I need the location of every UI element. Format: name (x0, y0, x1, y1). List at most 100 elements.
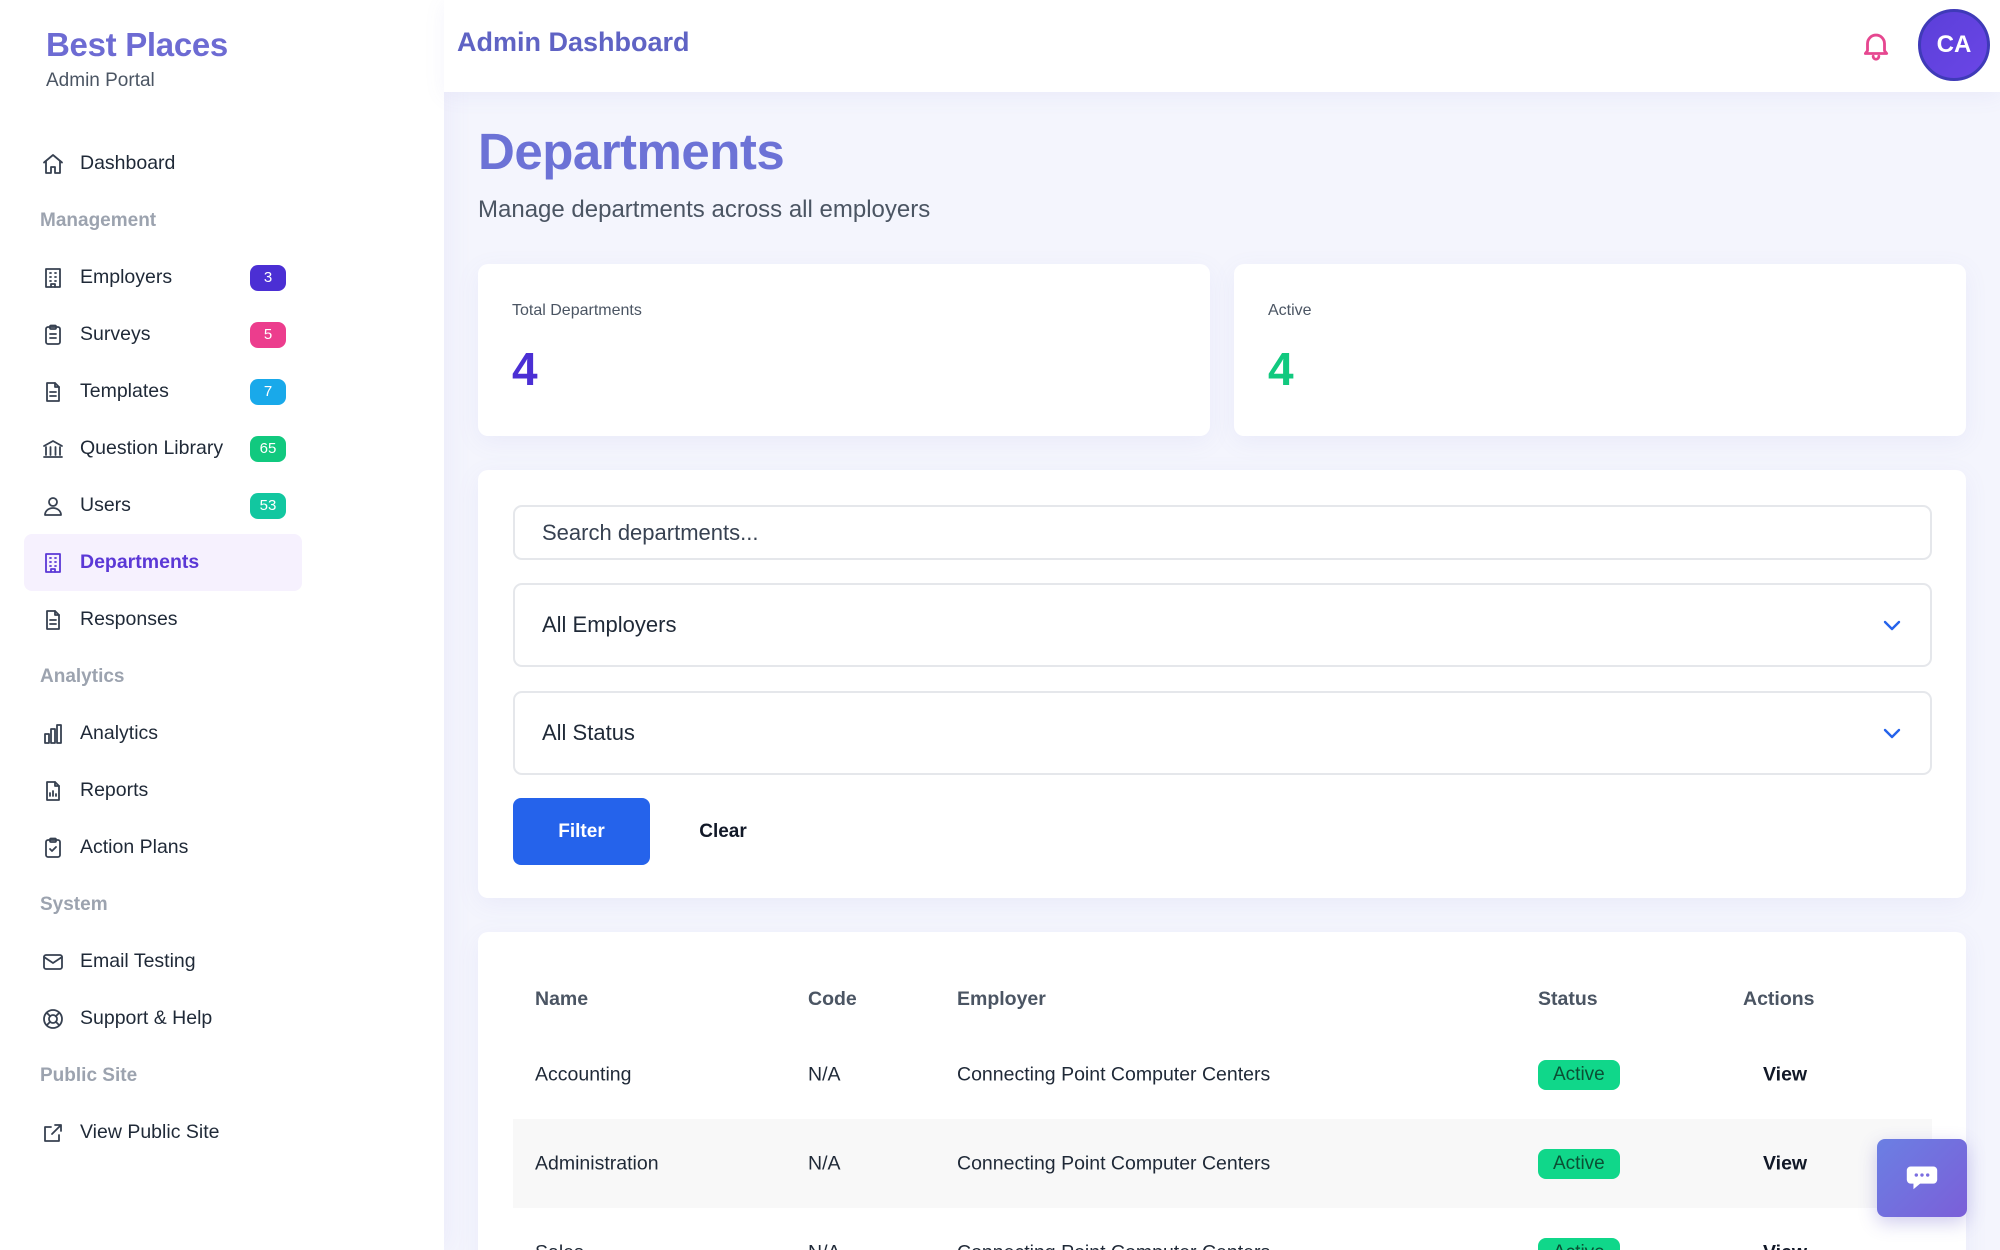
cell-name: Accounting (535, 1063, 632, 1085)
cell-employer: Connecting Point Computer Centers (957, 1241, 1270, 1250)
cell-code: N/A (808, 1152, 841, 1174)
cell-code: N/A (808, 1241, 841, 1250)
count-badge: 53 (250, 492, 286, 519)
building-icon (40, 265, 66, 291)
search-input[interactable]: Search departments... (513, 505, 1932, 560)
mail-icon (40, 949, 66, 975)
external-link-icon (40, 1120, 66, 1146)
home-icon (40, 151, 66, 177)
page-subtitle: Manage departments across all employers (478, 196, 931, 223)
sidebar-item-label: Departments (80, 551, 200, 573)
sidebar-item-question-library[interactable]: Question Library 65 (24, 420, 302, 477)
chat-button[interactable] (1877, 1139, 1967, 1217)
sidebar-item-responses[interactable]: Responses (24, 591, 302, 648)
brand: Best Places Admin Portal (46, 26, 228, 92)
clipboard-icon (40, 322, 66, 348)
sidebar-item-surveys[interactable]: Surveys 5 (24, 306, 302, 363)
stat-label: Active (1268, 302, 1312, 319)
page-title: Departments (478, 123, 785, 180)
cell-name: Administration (535, 1152, 659, 1174)
sidebar-item-support-help[interactable]: Support & Help (24, 990, 302, 1047)
sidebar-item-label: Support & Help (80, 1007, 213, 1029)
chevron-down-icon (1880, 721, 1904, 745)
sidebar-item-departments[interactable]: Departments (24, 534, 302, 591)
document-icon (40, 379, 66, 405)
chevron-down-icon (1880, 613, 1904, 637)
stat-value: 4 (1268, 343, 1294, 395)
avatar[interactable]: CA (1918, 9, 1990, 81)
stat-card-total: Total Departments 4 (478, 264, 1210, 436)
top-header: Admin Dashboard CA (444, 0, 2000, 92)
library-icon (40, 436, 66, 462)
bell-icon[interactable] (1859, 28, 1893, 62)
view-button[interactable]: View (1763, 1241, 1807, 1250)
cell-name: Sales (535, 1241, 584, 1250)
bar-chart-icon (40, 721, 66, 747)
sidebar-item-label: Dashboard (80, 152, 176, 174)
cell-employer: Connecting Point Computer Centers (957, 1063, 1271, 1085)
sidebar-item-analytics[interactable]: Analytics (24, 705, 302, 762)
stat-card-active: Active 4 (1234, 264, 1966, 436)
sidebar-item-label: Question Library (80, 437, 224, 459)
status-select[interactable]: All Status (513, 691, 1932, 775)
count-badge: 7 (250, 378, 286, 405)
clear-button[interactable]: Clear (678, 798, 768, 865)
status-badge: Active (1538, 1237, 1620, 1250)
clipboard-check-icon (40, 835, 66, 861)
table-row: Sales N/A Connecting Point Computer Cent… (513, 1208, 1932, 1250)
nav-section-management: Management (40, 210, 157, 231)
view-button[interactable]: View (1763, 1152, 1807, 1175)
sidebar-item-label: Templates (80, 380, 169, 402)
sidebar-item-label: Action Plans (80, 836, 189, 858)
sidebar-item-label: Surveys (80, 323, 151, 345)
table-row: Accounting N/A Connecting Point Computer… (513, 1030, 1932, 1119)
status-select-value: All Status (542, 720, 635, 745)
brand-subtitle: Admin Portal (46, 70, 155, 91)
sidebar-item-label: Analytics (80, 722, 159, 744)
column-header-employer: Employer (957, 988, 1046, 1010)
sidebar: Best Places Admin Portal Dashboard Manag… (0, 0, 444, 1250)
stat-value: 4 (512, 343, 538, 395)
users-icon (40, 493, 66, 519)
sidebar-item-view-public-site[interactable]: View Public Site (24, 1104, 302, 1161)
employer-select[interactable]: All Employers (513, 583, 1932, 667)
cell-employer: Connecting Point Computer Centers (957, 1152, 1271, 1174)
building-icon (40, 550, 66, 576)
status-badge: Active (1538, 1059, 1620, 1090)
sidebar-item-reports[interactable]: Reports (24, 762, 302, 819)
sidebar-item-employers[interactable]: Employers 3 (24, 249, 302, 306)
header-title: Admin Dashboard (457, 27, 690, 57)
sidebar-item-label: Email Testing (80, 950, 196, 972)
employer-select-value: All Employers (542, 612, 677, 637)
sidebar-item-templates[interactable]: Templates 7 (24, 363, 302, 420)
chat-bubble-icon (1903, 1157, 1941, 1200)
view-button[interactable]: View (1763, 1063, 1807, 1086)
sidebar-item-label: Responses (80, 608, 178, 630)
nav-section-public-site: Public Site (40, 1065, 138, 1086)
sidebar-item-label: Reports (80, 779, 149, 801)
document-icon (40, 607, 66, 633)
count-badge: 3 (250, 264, 286, 291)
column-header-name: Name (535, 988, 589, 1010)
sidebar-item-label: View Public Site (80, 1121, 220, 1143)
filters-card: Search departments... All Employers All … (478, 470, 1966, 898)
nav-section-system: System (40, 894, 108, 915)
sidebar-item-label: Employers (80, 266, 173, 288)
column-header-actions: Actions (1743, 988, 1815, 1010)
report-icon (40, 778, 66, 804)
lifebuoy-icon (40, 1006, 66, 1032)
count-badge: 65 (250, 435, 286, 462)
sidebar-item-users[interactable]: Users 53 (24, 477, 302, 534)
filter-button[interactable]: Filter (513, 798, 650, 865)
cell-code: N/A (808, 1063, 841, 1085)
nav-section-analytics: Analytics (40, 666, 125, 687)
stat-label: Total Departments (512, 302, 642, 319)
brand-title: Best Places (46, 26, 228, 63)
sidebar-item-action-plans[interactable]: Action Plans (24, 819, 302, 876)
sidebar-item-dashboard[interactable]: Dashboard (24, 135, 302, 192)
column-header-code: Code (808, 988, 857, 1010)
count-badge: 5 (250, 321, 286, 348)
sidebar-item-email-testing[interactable]: Email Testing (24, 933, 302, 990)
table-row: Administration N/A Connecting Point Comp… (513, 1119, 1932, 1208)
column-header-status: Status (1538, 988, 1598, 1010)
